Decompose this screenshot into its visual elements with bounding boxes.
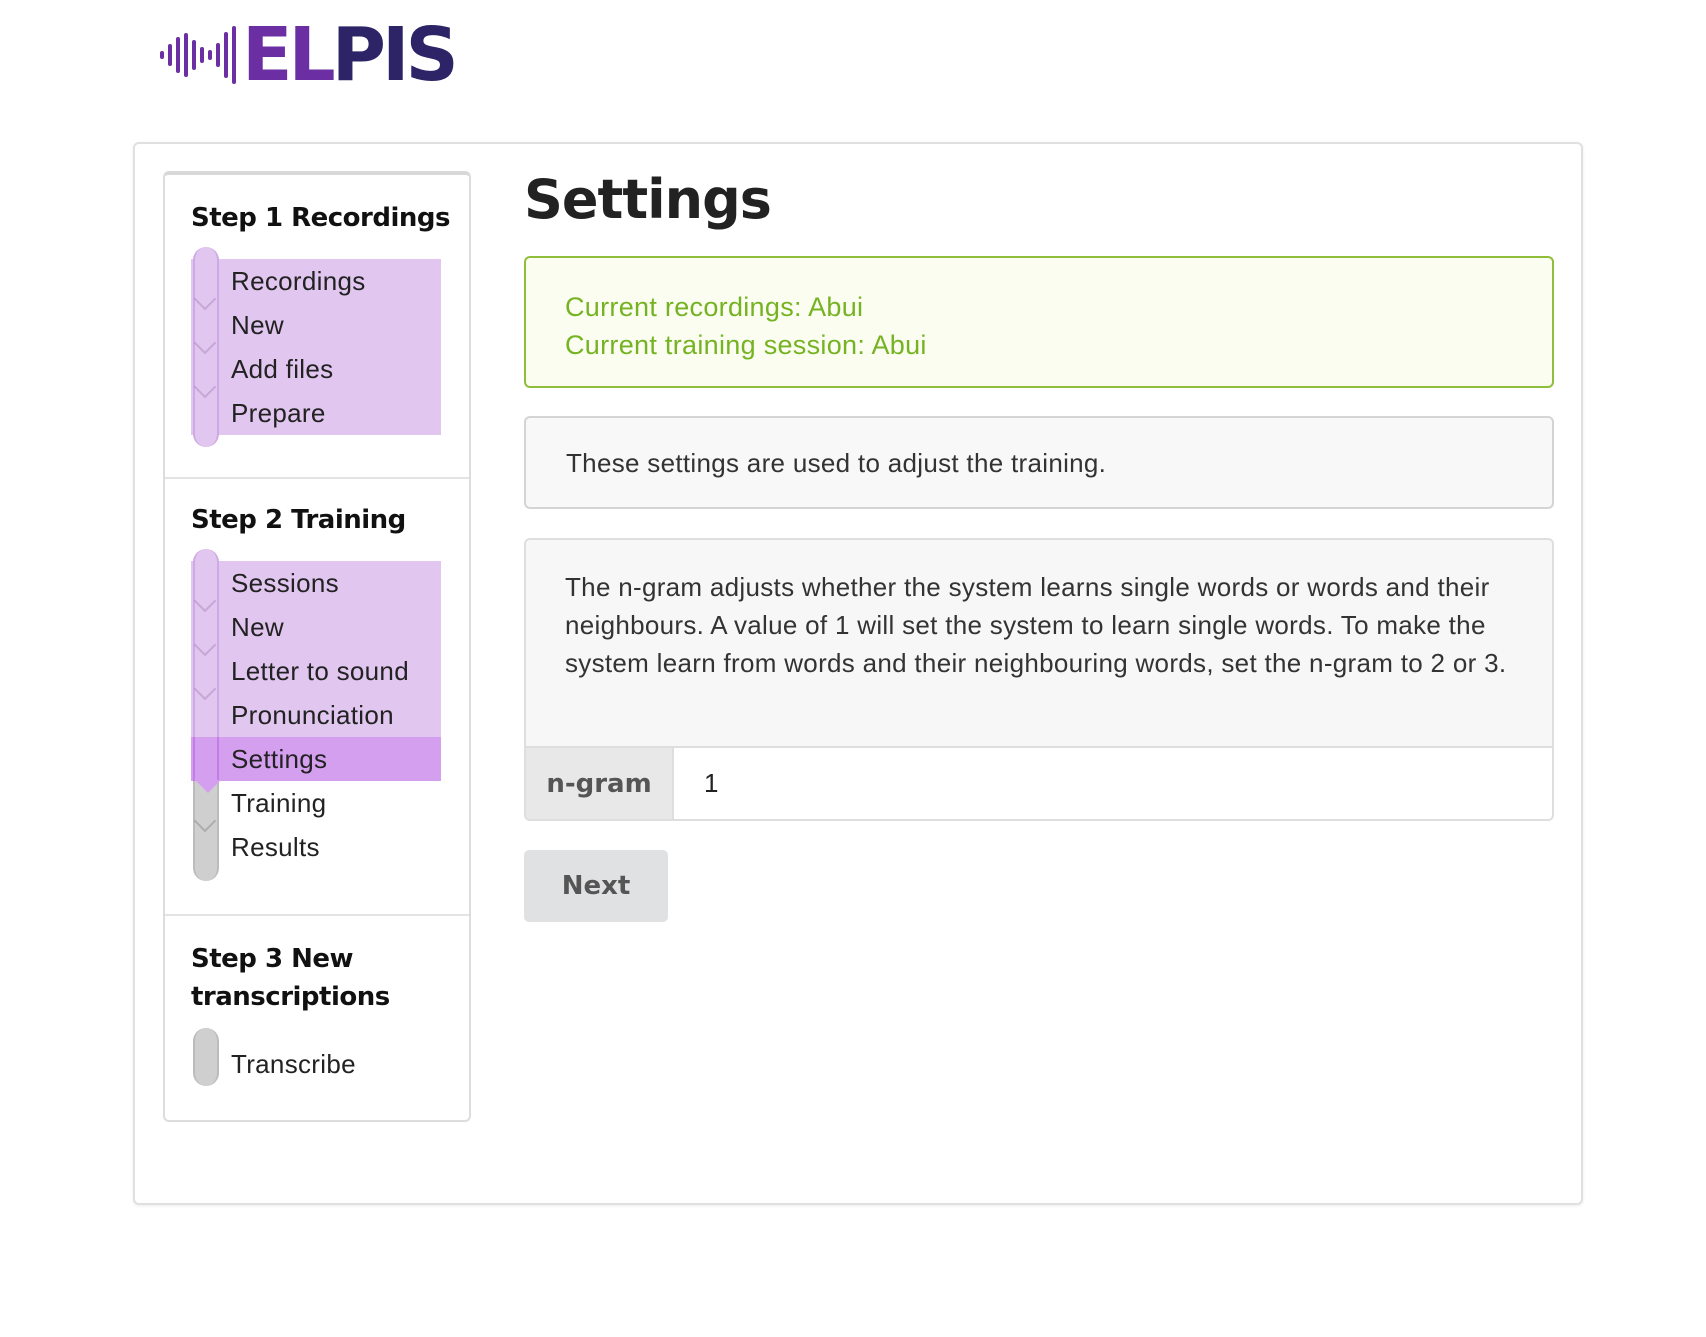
- sidebar-item-sessions[interactable]: Sessions: [191, 549, 441, 613]
- stepper-sidebar: Step 1 Recordings Recordings New Add fil…: [163, 171, 471, 1122]
- current-status-message: Current recordings: Abui Current trainin…: [524, 256, 1554, 388]
- current-recordings-text: Current recordings: Abui: [565, 292, 864, 322]
- sidebar-item-prepare[interactable]: Prepare: [191, 391, 441, 447]
- step-indicator: [193, 391, 219, 447]
- settings-info-message: These settings are used to adjust the tr…: [524, 416, 1554, 509]
- ngram-input[interactable]: [674, 748, 1552, 819]
- sidebar-item-results[interactable]: Results: [191, 825, 441, 881]
- step-recordings: Step 1 Recordings Recordings New Add fil…: [165, 175, 469, 479]
- step-new-transcriptions: Step 3 New transcriptions Transcribe: [165, 916, 469, 1116]
- step-indicator: [193, 693, 219, 737]
- sidebar-item-add-files[interactable]: Add files: [191, 347, 441, 399]
- step-indicator: [193, 737, 219, 781]
- sidebar-item-new-session[interactable]: New: [191, 605, 441, 657]
- sidebar-item-settings[interactable]: Settings: [191, 737, 441, 793]
- current-session-text: Current training session: Abui: [565, 330, 927, 360]
- waveform-icon: [160, 26, 236, 84]
- step-title: Step 1 Recordings: [191, 203, 450, 233]
- step-title: Step 2 Training: [191, 505, 406, 535]
- sidebar-item-letter-to-sound[interactable]: Letter to sound: [191, 649, 441, 701]
- main-card: Step 1 Recordings Recordings New Add fil…: [133, 142, 1583, 1205]
- sidebar-item-recordings[interactable]: Recordings: [191, 247, 441, 311]
- elpis-logo[interactable]: ELPIS: [160, 12, 459, 98]
- step-title: Step 3 New transcriptions: [191, 944, 390, 1012]
- settings-panel: Settings Current recordings: Abui Curren…: [524, 168, 1554, 922]
- sidebar-item-training[interactable]: Training: [191, 781, 441, 833]
- sidebar-item-new-recording[interactable]: New: [191, 303, 441, 355]
- ngram-input-group: n-gram: [524, 746, 1554, 821]
- ngram-description: The n-gram adjusts whether the system le…: [524, 538, 1554, 746]
- page-title: Settings: [524, 168, 772, 231]
- sidebar-item-pronunciation[interactable]: Pronunciation: [191, 693, 441, 737]
- step-training: Step 2 Training Sessions New Letter to s…: [165, 479, 469, 916]
- logo-wordmark: ELPIS: [242, 12, 459, 98]
- ngram-label: n-gram: [526, 748, 674, 819]
- sidebar-item-transcribe[interactable]: Transcribe: [191, 1028, 441, 1086]
- next-button[interactable]: Next: [524, 850, 668, 922]
- step-indicator: [193, 825, 219, 881]
- step-indicator: [193, 1028, 219, 1086]
